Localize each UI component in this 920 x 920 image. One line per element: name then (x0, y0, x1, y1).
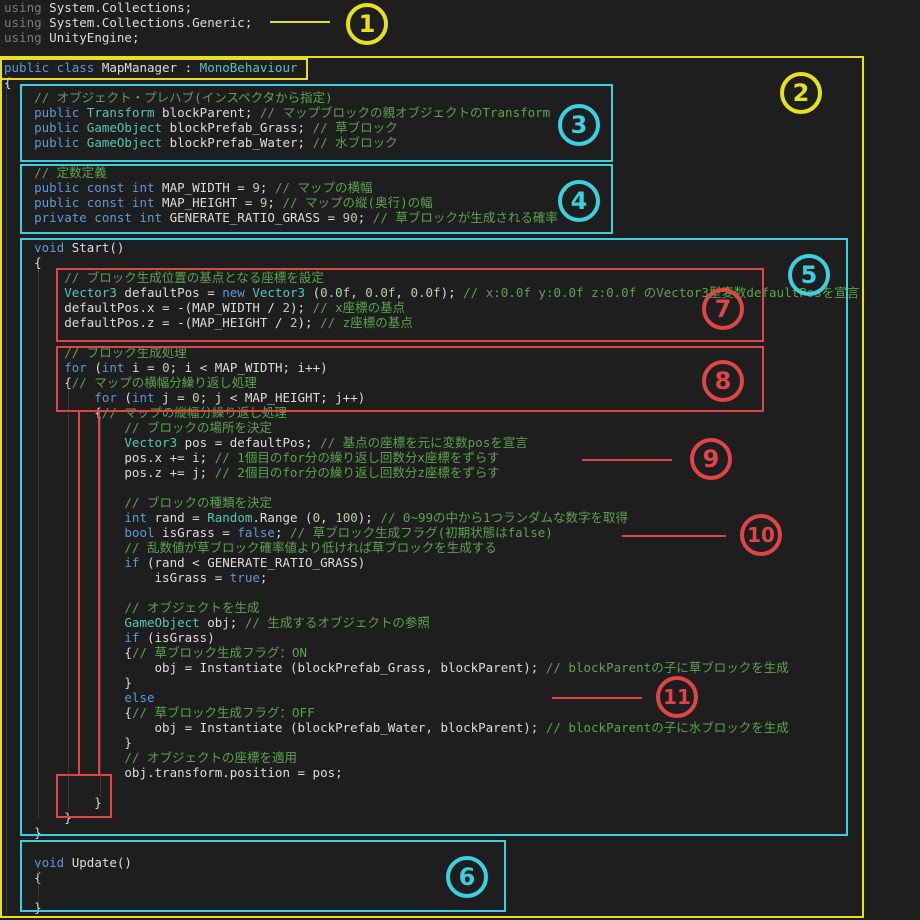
box-constants (20, 164, 613, 234)
box-prefab-fields (20, 84, 613, 162)
badge-5: 5 (788, 254, 830, 296)
pointer-line-10 (622, 535, 726, 537)
indent-guide (38, 270, 39, 818)
pointer-line-9 (582, 459, 672, 461)
code-line: using UnityEngine; (4, 30, 859, 45)
box-loop-close (56, 774, 112, 818)
indent-guide (68, 384, 69, 810)
badge-11: 11 (656, 676, 698, 718)
code-token: using (4, 30, 42, 45)
pointer-line-1 (270, 21, 330, 23)
badge-10: 10 (740, 514, 782, 556)
code-token: using (4, 15, 42, 30)
code-token: System.Collections; (41, 0, 193, 15)
box-default-position (56, 268, 764, 342)
box-class-declaration (0, 58, 308, 80)
code-token: UnityEngine; (41, 30, 140, 45)
indent-guide (6, 84, 7, 914)
badge-6: 6 (446, 856, 488, 898)
code-token: using (4, 0, 42, 15)
indent-guide (38, 862, 39, 902)
box-loop-header (56, 346, 764, 412)
code-token: System.Collections.Generic; (41, 15, 253, 30)
badge-1: 1 (346, 3, 388, 45)
code-line: using System.Collections; (4, 0, 859, 15)
box-update-method (20, 840, 506, 912)
badge-8: 8 (702, 360, 744, 402)
badge-3: 3 (558, 104, 600, 146)
badge-9: 9 (690, 438, 732, 480)
indent-guide (100, 416, 101, 796)
badge-2: 2 (780, 72, 822, 114)
badge-7: 7 (702, 288, 744, 330)
pointer-line-11 (552, 697, 642, 699)
code-line: using System.Collections.Generic; (4, 15, 859, 30)
badge-4: 4 (558, 180, 600, 222)
loop-bracket-left (78, 412, 80, 774)
